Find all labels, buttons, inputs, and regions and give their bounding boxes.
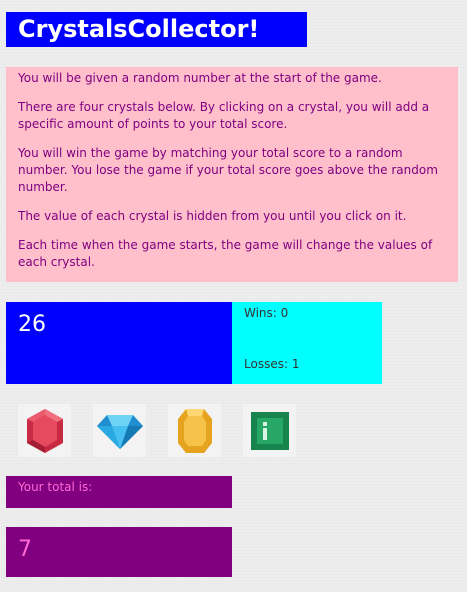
wins-counter: Wins: 0: [244, 306, 289, 320]
blue-diamond-icon: [96, 414, 143, 449]
red-crystal-icon: [26, 408, 63, 453]
total-score-label: Your total is:: [6, 476, 232, 508]
total-score-value: 7: [6, 527, 232, 577]
game-title: CrystalsCollector!: [6, 12, 307, 47]
random-number-display: 26: [6, 302, 232, 384]
instructions-panel: You will be given a random number at the…: [6, 67, 458, 282]
instruction-text: You will win the game by matching your t…: [18, 146, 438, 194]
blue-diamond-button[interactable]: [93, 404, 146, 457]
yellow-crystal-button[interactable]: [168, 404, 221, 457]
instruction-text: Each time when the game starts, the game…: [18, 238, 433, 269]
losses-counter: Losses: 1: [244, 357, 300, 371]
instruction-text: There are four crystals below. By clicki…: [18, 100, 430, 131]
instruction-text: You will be given a random number at the…: [18, 71, 382, 85]
score-panel: Wins: 0 Losses: 1: [232, 302, 382, 384]
green-crystal-button[interactable]: [243, 404, 296, 457]
red-crystal-button[interactable]: [18, 404, 71, 457]
green-crystal-icon: [250, 411, 289, 450]
instruction-text: The value of each crystal is hidden from…: [18, 209, 407, 223]
yellow-crystal-icon: [177, 408, 212, 453]
